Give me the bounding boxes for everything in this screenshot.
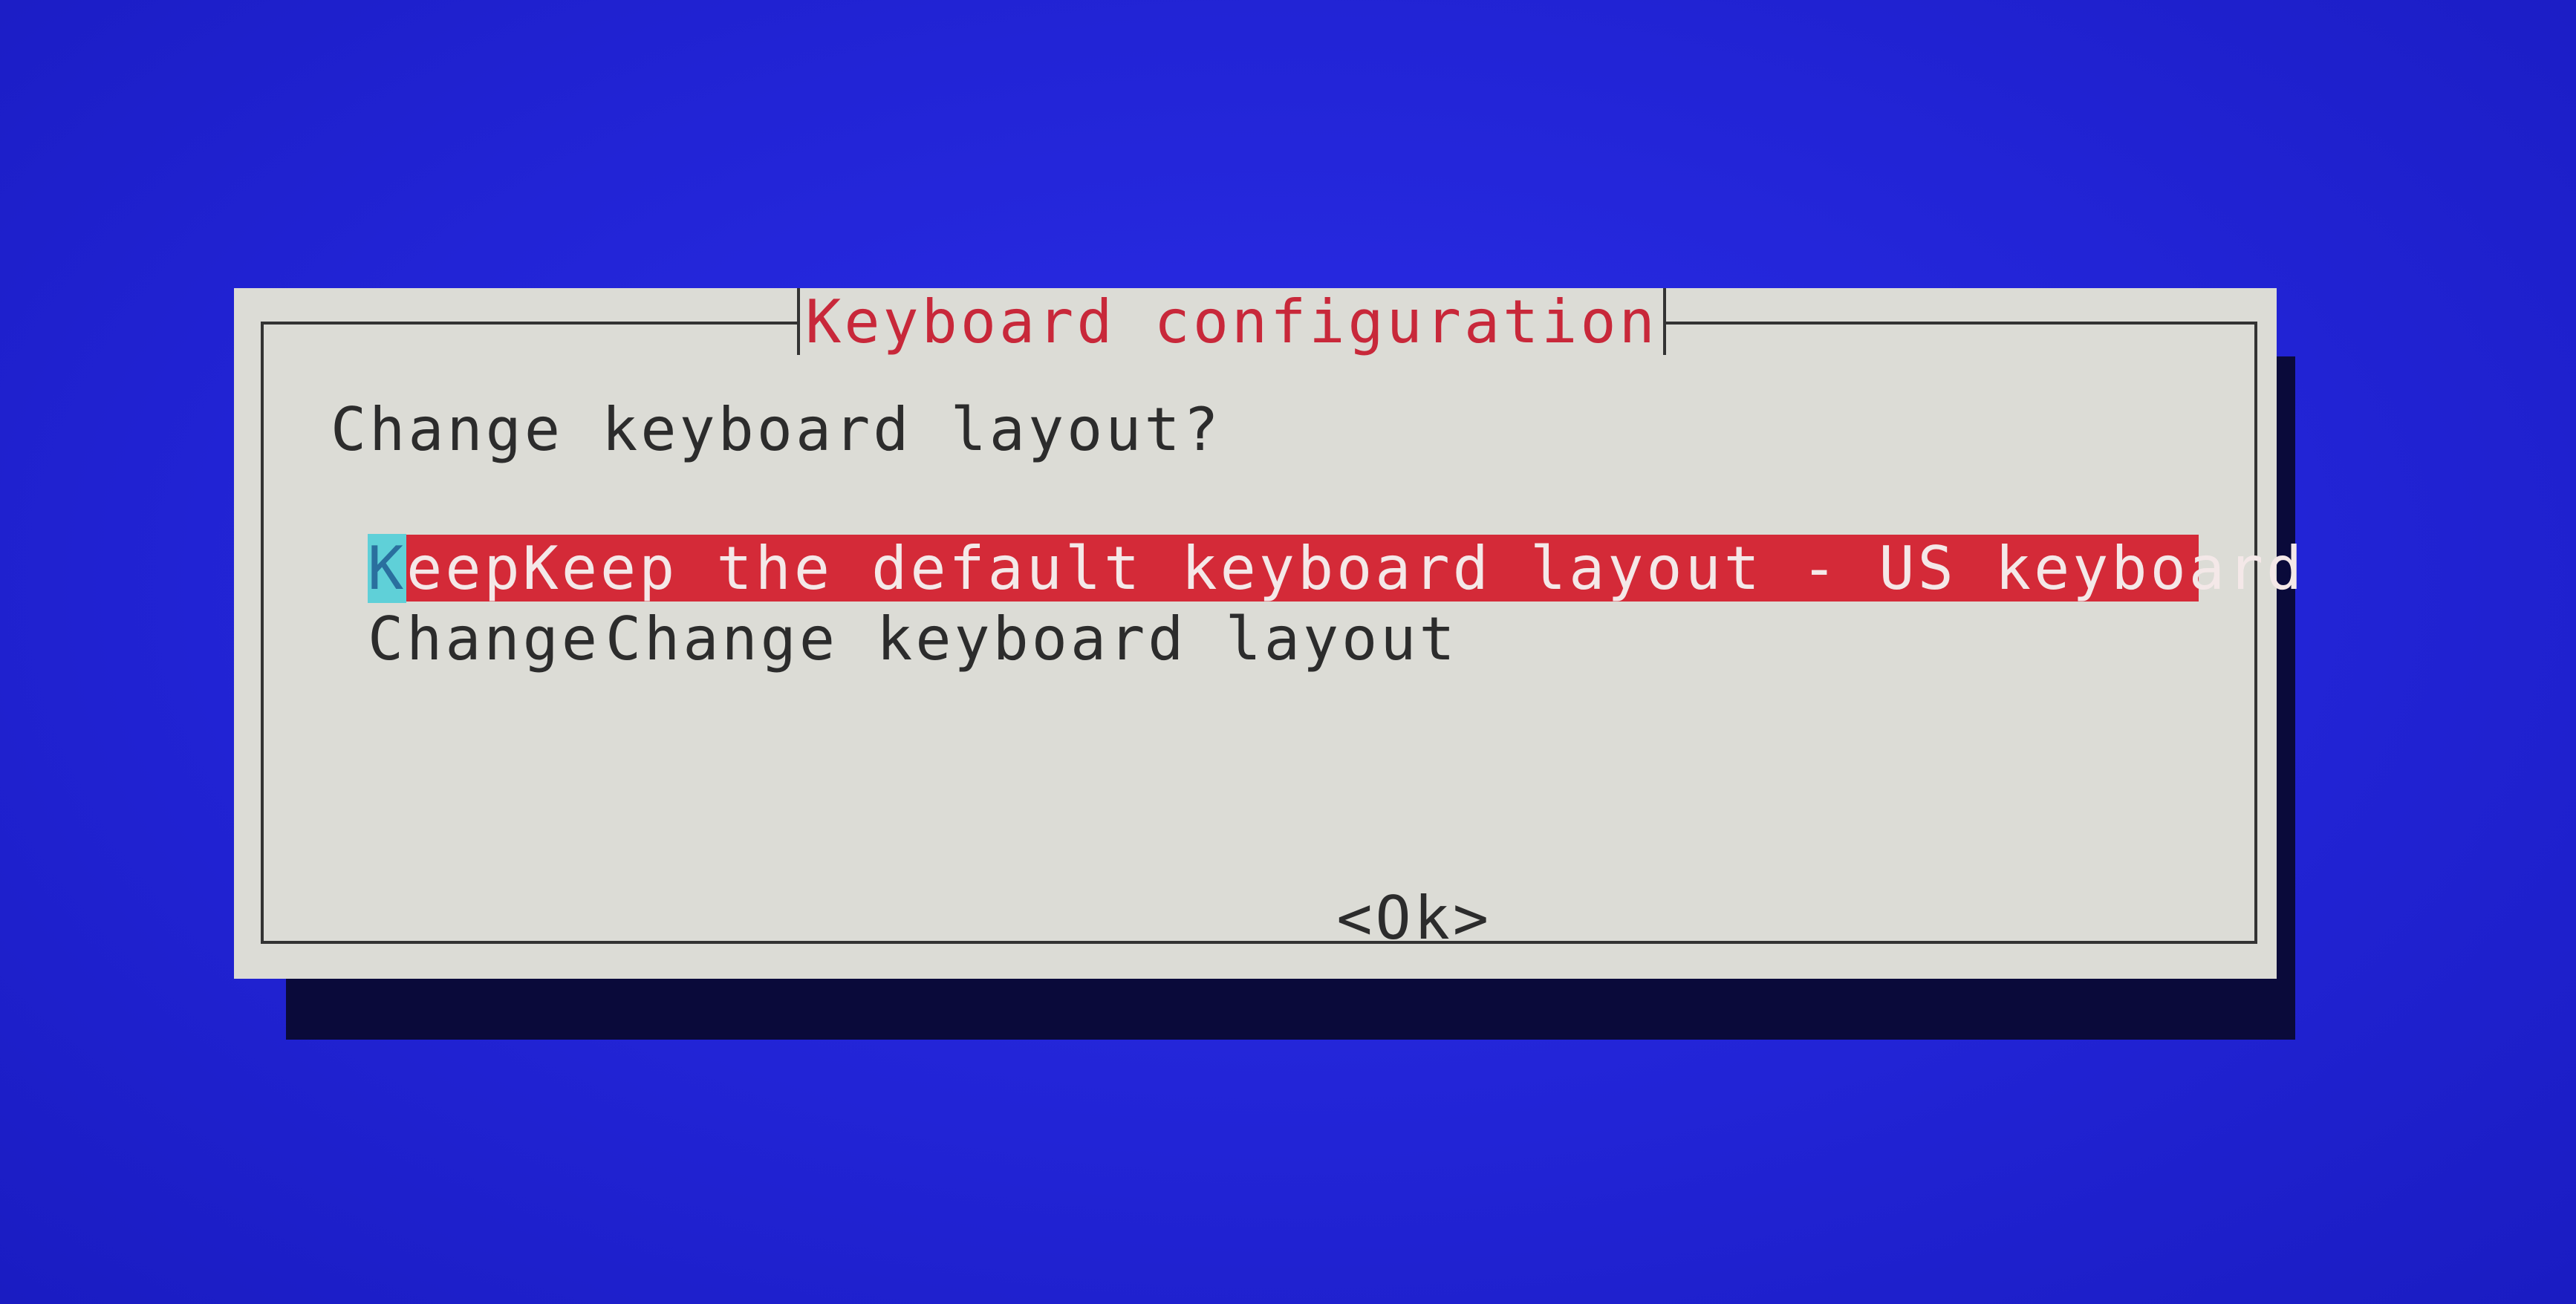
menu-item-tag: Keep bbox=[368, 533, 523, 603]
terminal-screen: Change keyboard layout? Keep Keep the def… bbox=[0, 0, 2576, 1304]
cursor-highlight: K bbox=[368, 533, 407, 603]
dialog-question: Change keyboard layout? bbox=[331, 395, 1222, 464]
menu-item-keep[interactable]: Keep Keep the default keyboard layout - U… bbox=[368, 533, 2302, 603]
keyboard-config-dialog: Change keyboard layout? Keep Keep the def… bbox=[234, 287, 2302, 979]
menu-item-tag: Change bbox=[368, 604, 600, 674]
menu-item-description: Keep the default keyboard layout - US ke… bbox=[522, 533, 2306, 603]
menu-item-change[interactable]: Change Change keyboard layout bbox=[368, 604, 1458, 674]
menu-item-description: Change keyboard layout bbox=[605, 604, 1458, 674]
dialog-title: Keyboard configuration bbox=[805, 287, 1658, 356]
dialog-frame: Change keyboard layout? Keep Keep the def… bbox=[261, 322, 2302, 953]
ok-button[interactable]: <Ok> bbox=[1336, 884, 1492, 953]
ok-button-row: <Ok> bbox=[264, 815, 2254, 1022]
dialog-title-box: Keyboard configuration bbox=[797, 287, 1666, 356]
menu-item-tag-rest: eep bbox=[406, 533, 523, 603]
